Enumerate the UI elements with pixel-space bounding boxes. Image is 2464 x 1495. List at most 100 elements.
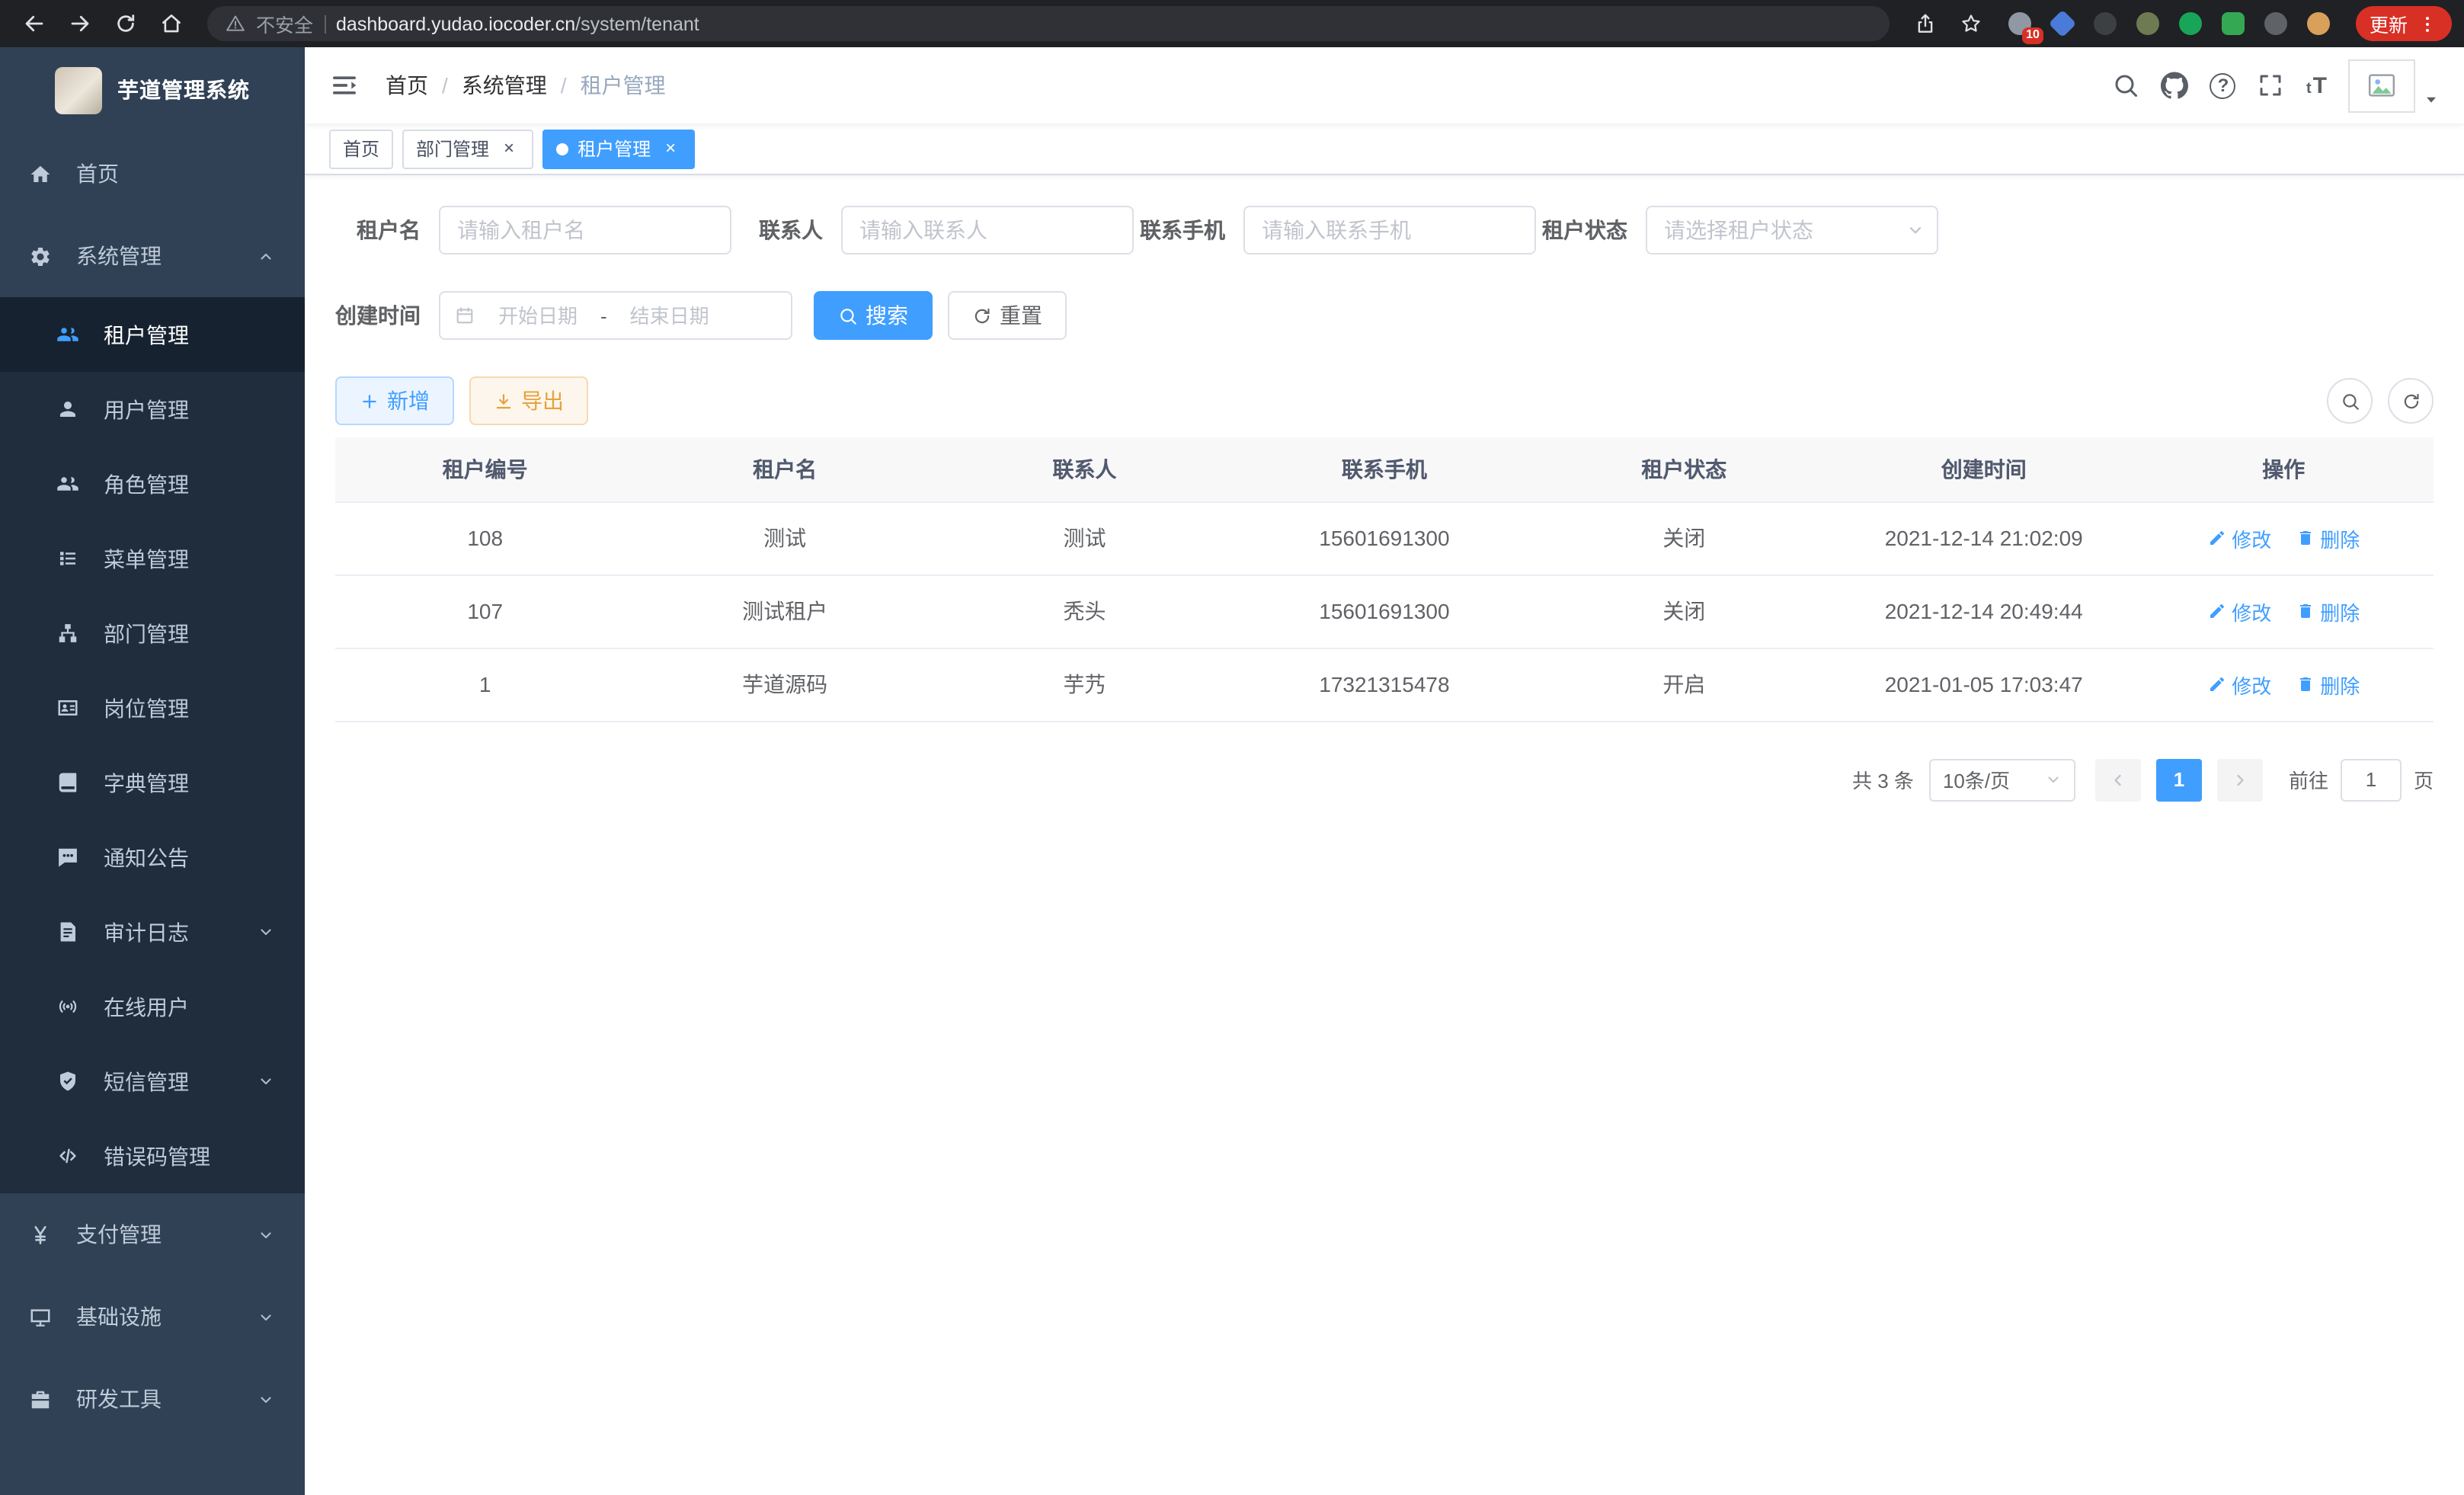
sidebar-item-label: 岗位管理 — [104, 693, 189, 723]
next-page-button[interactable] — [2217, 758, 2263, 801]
sidebar-item-menu[interactable]: 菜单管理 — [0, 521, 305, 596]
chevron-down-icon — [258, 924, 274, 940]
extension-7[interactable] — [2258, 5, 2295, 42]
cell-phone: 15601691300 — [1234, 575, 1534, 648]
edit-icon — [2207, 675, 2226, 693]
delete-link[interactable]: 删除 — [2296, 670, 2360, 699]
sidebar-item-online-user[interactable]: 在线用户 — [0, 969, 305, 1044]
sidebar-item-tenant[interactable]: 租户管理 — [0, 297, 305, 372]
update-button[interactable]: 更新 — [2356, 6, 2452, 41]
extension-8[interactable] — [2301, 5, 2338, 42]
edit-link[interactable]: 修改 — [2207, 597, 2271, 626]
tab-active-dot — [556, 142, 568, 155]
table-row: 108测试测试15601691300关闭2021-12-14 21:02:09修… — [335, 501, 2434, 575]
tab-tenant[interactable]: 租户管理× — [542, 129, 695, 168]
breadcrumb-item[interactable]: 系统管理 — [462, 70, 547, 101]
address-bar[interactable]: 不安全 dashboard.yudao.iocoder.cn/system/te… — [207, 6, 1890, 41]
extension-2[interactable] — [2045, 5, 2082, 42]
sidebar-item-sms[interactable]: 短信管理 — [0, 1044, 305, 1119]
delete-link[interactable]: 删除 — [2296, 523, 2360, 552]
reset-button[interactable]: 重置 — [948, 291, 1067, 340]
extension-1[interactable]: 10 — [2002, 5, 2039, 42]
extension-3[interactable] — [2088, 5, 2124, 42]
refresh-table-button[interactable] — [2388, 378, 2434, 424]
trash-icon — [2296, 602, 2314, 620]
user-avatar[interactable] — [2348, 59, 2415, 112]
fullscreen-icon[interactable] — [2258, 72, 2285, 99]
sidebar-collapse-icon[interactable] — [329, 70, 360, 101]
sidebar-item-notice[interactable]: 通知公告 — [0, 820, 305, 895]
delete-link[interactable]: 删除 — [2296, 597, 2360, 626]
sidebar-item-audit-log[interactable]: 审计日志 — [0, 895, 305, 969]
tab-home[interactable]: 首页 — [329, 129, 393, 168]
page-size-select[interactable]: 10条/页 — [1929, 758, 2075, 801]
create-time-label: 创建时间 — [335, 300, 421, 331]
question-icon[interactable]: ? — [2210, 72, 2236, 98]
sidebar-item-dept[interactable]: 部门管理 — [0, 596, 305, 671]
forward-icon[interactable] — [58, 2, 101, 45]
sidebar-item-dict[interactable]: 字典管理 — [0, 745, 305, 820]
goto-page-input[interactable] — [2341, 758, 2402, 801]
add-button[interactable]: 新增 — [335, 376, 454, 425]
sidebar-item-label: 字典管理 — [104, 767, 189, 798]
edit-label: 修改 — [2232, 523, 2271, 552]
tab-dept[interactable]: 部门管理× — [402, 129, 533, 168]
sidebar-item-home[interactable]: 首页 — [0, 133, 305, 215]
sidebar-item-user[interactable]: 用户管理 — [0, 372, 305, 447]
font-size-icon[interactable]: tT — [2306, 74, 2327, 97]
phone-input[interactable] — [1243, 206, 1536, 255]
extension-5[interactable] — [2173, 5, 2210, 42]
tenant-status-select[interactable] — [1646, 206, 1938, 255]
search-button[interactable]: 搜索 — [814, 291, 933, 340]
page-number-button[interactable]: 1 — [2156, 758, 2202, 801]
export-button-label: 导出 — [521, 386, 564, 416]
address-divider — [324, 14, 325, 33]
extension-4-glyph — [2137, 12, 2160, 35]
extension-badge: 10 — [2022, 27, 2043, 43]
sidebar-item-post[interactable]: 岗位管理 — [0, 671, 305, 745]
toggle-search-button[interactable] — [2327, 378, 2373, 424]
user-avatar-dropdown[interactable] — [2348, 59, 2440, 112]
column-header: 创建时间 — [1834, 437, 2133, 501]
end-date-input[interactable] — [613, 304, 726, 327]
page-size-value: 10条/页 — [1943, 765, 2010, 794]
sidebar-item-system[interactable]: 系统管理 — [0, 215, 305, 297]
export-button[interactable]: 导出 — [469, 376, 588, 425]
sidebar-item-label: 租户管理 — [104, 319, 189, 350]
tenant-name-input[interactable] — [439, 206, 731, 255]
sidebar-item-tools[interactable]: 研发工具 — [0, 1358, 305, 1440]
tenant-status-select-input[interactable] — [1646, 206, 1938, 255]
shield-icon — [56, 1070, 79, 1093]
extension-6[interactable] — [2216, 5, 2252, 42]
browser-menu-kebab-icon[interactable] — [2417, 13, 2438, 34]
reload-icon[interactable] — [104, 2, 146, 45]
sidebar-item-role[interactable]: 角色管理 — [0, 447, 305, 521]
tab-close-icon[interactable]: × — [498, 138, 520, 159]
back-icon[interactable] — [12, 2, 55, 45]
list-icon — [56, 547, 79, 570]
column-header: 租户编号 — [335, 437, 635, 501]
sidebar-item-pay[interactable]: 支付管理 — [0, 1193, 305, 1276]
contact-input[interactable] — [841, 206, 1134, 255]
share-icon[interactable] — [1905, 2, 1947, 45]
search-icon — [2340, 391, 2360, 411]
breadcrumb-item[interactable]: 首页 — [386, 70, 428, 101]
cell-status: 开启 — [1534, 648, 1834, 721]
edit-link[interactable]: 修改 — [2207, 670, 2271, 699]
sidebar-item-error-code[interactable]: 错误码管理 — [0, 1119, 305, 1193]
tab-close-icon[interactable]: × — [660, 138, 681, 159]
sidebar-item-label: 部门管理 — [104, 618, 189, 648]
extension-4[interactable] — [2130, 5, 2167, 42]
start-date-input[interactable] — [482, 304, 594, 327]
sidebar-item-infra[interactable]: 基础设施 — [0, 1276, 305, 1358]
prev-page-button[interactable] — [2095, 758, 2141, 801]
github-icon[interactable] — [2162, 72, 2189, 99]
home-icon[interactable] — [149, 2, 192, 45]
search-icon[interactable] — [2113, 72, 2140, 99]
create-time-range-picker[interactable]: - — [439, 291, 792, 340]
extensions-area: 10 — [2002, 5, 2338, 42]
edit-link[interactable]: 修改 — [2207, 523, 2271, 552]
chevron-down-icon — [258, 1391, 274, 1407]
pagination: 共 3 条 10条/页 1 前往 页 — [335, 758, 2434, 801]
bookmark-star-icon[interactable] — [1950, 2, 1993, 45]
